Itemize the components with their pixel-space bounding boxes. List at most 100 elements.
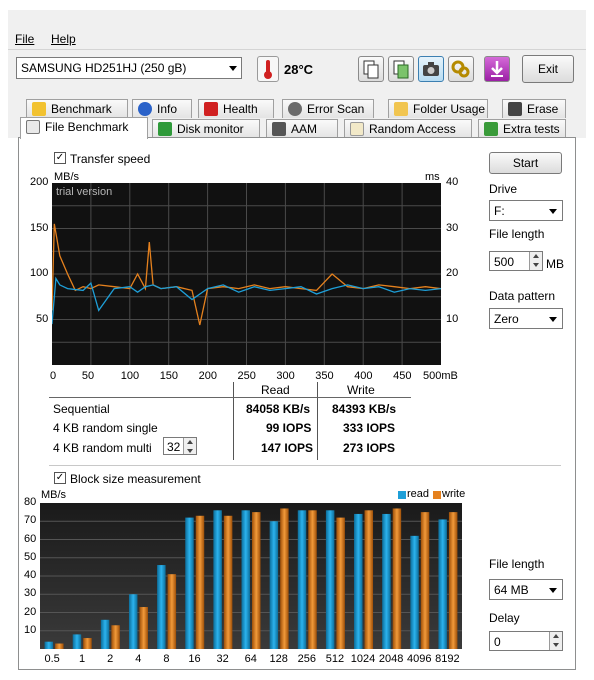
row-4k-single-write: 333 IOPS [343, 421, 396, 435]
transfer-x-tick: 200 [198, 370, 217, 382]
transfer-speed-label: Transfer speed [70, 152, 151, 166]
spinner-arrows-icon[interactable] [529, 252, 542, 270]
menu-help[interactable]: Help [51, 32, 76, 46]
bar-write [139, 607, 148, 649]
bar-write [167, 574, 177, 649]
chevron-down-icon [549, 209, 557, 214]
block-y-tick: 10 [24, 623, 37, 636]
tab-random-access[interactable]: Random Access [344, 119, 472, 138]
bar-read [72, 634, 82, 649]
drive-combo[interactable]: F: [489, 200, 563, 221]
legend-write-label: write [442, 488, 466, 500]
data-pattern-label: Data pattern [489, 289, 556, 303]
transfer-x-tick: 0 [50, 370, 57, 382]
row-4k-multi-read: 147 IOPS [261, 441, 314, 455]
transfer-x-tick: 350 [315, 370, 334, 382]
queue-depth-value: 32 [167, 440, 181, 454]
spinner-arrows-icon[interactable] [549, 632, 562, 650]
folder-icon [394, 102, 408, 116]
bar-write [308, 510, 317, 649]
drive-select[interactable]: SAMSUNG HD251HJ (250 gB) [16, 57, 242, 79]
info-icon [138, 102, 152, 116]
legend-write-swatch [433, 491, 441, 499]
thermometer-icon [257, 56, 279, 82]
transfer-left-tick: 100 [30, 267, 49, 279]
block-y-tick: 80 [24, 496, 37, 508]
bar-write [83, 638, 92, 649]
tab-extra-tests[interactable]: Extra tests [478, 119, 566, 138]
spinner-arrows-icon[interactable] [183, 438, 196, 454]
queue-depth-spinner[interactable]: 32 [163, 437, 197, 455]
trash-icon [508, 102, 522, 116]
block-y-tick: 70 [24, 514, 37, 527]
block-y-tick: 60 [24, 532, 37, 545]
tab-health[interactable]: Health [198, 99, 274, 118]
block-y-tick: 30 [24, 587, 37, 600]
bar-write [420, 512, 430, 649]
tab-benchmark[interactable]: Benchmark [26, 99, 128, 118]
row-4k-single-label: 4 KB random single [53, 421, 158, 435]
tab-error-scan[interactable]: Error Scan [282, 99, 374, 118]
download-button[interactable] [484, 56, 510, 82]
transfer-left-tick: 50 [36, 312, 49, 325]
bs-file-length-value: 64 MB [494, 583, 529, 597]
tab-file-benchmark[interactable]: File Benchmark [20, 117, 148, 139]
tab-disk-monitor[interactable]: Disk monitor [152, 119, 260, 138]
tab-aam[interactable]: AAM [266, 119, 338, 138]
transfer-right-tick: 40 [446, 176, 459, 188]
options-button[interactable] [448, 56, 474, 82]
camera-icon [423, 62, 439, 76]
block-x-tick: 64 [244, 653, 257, 665]
block-size-chart [40, 503, 462, 649]
delay-spinner[interactable]: 0 [489, 631, 563, 651]
block-x-tick: 32 [216, 653, 229, 665]
transfer-left-tick: 150 [30, 221, 49, 234]
menu-file[interactable]: File [15, 32, 34, 46]
transfer-x-tick: 150 [159, 370, 179, 382]
bar-read [157, 565, 166, 649]
bar-write [280, 508, 289, 649]
tab-folder-usage[interactable]: Folder Usage [388, 99, 488, 118]
row-4k-multi-write: 273 IOPS [343, 441, 396, 455]
bar-read [410, 535, 419, 649]
transfer-x-tick: 100 [120, 370, 140, 382]
save-button[interactable] [388, 56, 414, 82]
bar-write [195, 515, 205, 649]
block-size-checkbox[interactable]: ✓ [54, 472, 66, 484]
bs-file-length-combo[interactable]: 64 MB [489, 579, 563, 600]
magnifier-icon [288, 102, 302, 116]
tab-info[interactable]: Info [132, 99, 192, 118]
exit-button[interactable]: Exit [522, 55, 574, 83]
app-window: File Help SAMSUNG HD251HJ (250 gB) 28°C … [0, 0, 594, 680]
copy-icon [363, 60, 379, 79]
data-pattern-value: Zero [494, 312, 519, 326]
block-x-tick: 8 [163, 653, 170, 665]
bar-read [213, 510, 222, 649]
block-x-tick: 512 [325, 653, 345, 665]
block-x-tick: 256 [297, 653, 317, 665]
results-divider-2 [317, 382, 318, 460]
chevron-down-icon [549, 588, 557, 593]
bar-write [55, 643, 64, 649]
block-y-tick: 40 [24, 569, 37, 581]
transfer-speed-checkbox[interactable]: ✓ [54, 152, 66, 164]
transfer-speed-chart: trial version [52, 183, 441, 365]
bar-read [241, 510, 250, 649]
transfer-x-tick: 400 [354, 370, 373, 382]
random-grid-icon [350, 122, 364, 136]
results-header-read: Read [261, 383, 290, 397]
tab-erase[interactable]: Erase [502, 99, 566, 118]
screenshot-button[interactable] [418, 56, 444, 82]
start-button[interactable]: Start [489, 152, 562, 174]
file-length-label: File length [489, 227, 545, 241]
bar-read [269, 521, 279, 649]
bar-write [336, 517, 345, 649]
copy-button[interactable] [358, 56, 384, 82]
file-length-spinner[interactable]: 500 [489, 251, 543, 271]
block-x-tick: 4096 [407, 653, 432, 665]
block-y-tick: 50 [24, 550, 37, 563]
block-x-tick: 1 [79, 653, 86, 665]
transfer-right-tick: 20 [446, 267, 459, 279]
data-pattern-combo[interactable]: Zero [489, 308, 563, 329]
bar-write [252, 512, 261, 649]
